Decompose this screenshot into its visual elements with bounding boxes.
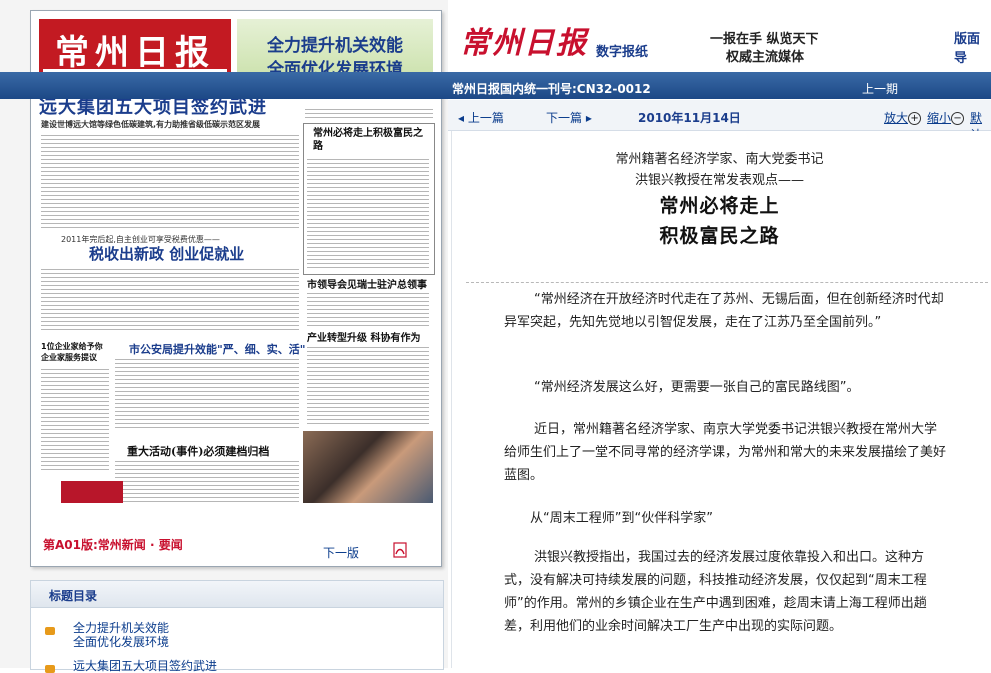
article-paragraph: “常州经济在开放经济时代走在了苏州、无锡后面，但在创新经济时代却异军突起，先知先… <box>504 292 944 330</box>
article-paragraph: 近日，常州籍著名经济学家、南京大学党委书记洪银兴教授在常州大学给师生们上了一堂不… <box>504 422 947 483</box>
zoom-in-label[interactable]: 放大 <box>884 111 908 125</box>
article-kicker-2: 洪银兴教授在常发表观点—— <box>634 173 804 188</box>
minus-circle-icon[interactable]: − <box>951 112 965 125</box>
article-text-block <box>305 107 433 121</box>
news-photo[interactable] <box>303 431 433 503</box>
issue-date: 2010年11月14日 <box>638 111 741 125</box>
masthead-name: 常州日报 <box>55 33 215 73</box>
article-text-block <box>307 345 429 425</box>
zoom-out-label[interactable]: 缩小 <box>927 111 951 125</box>
header-tagline-1: 一报在手 纵览天下 <box>710 32 819 47</box>
previous-issue-link[interactable]: 上一期 <box>862 80 898 97</box>
pdf-icon[interactable] <box>393 542 407 558</box>
toc-item[interactable]: 远大集团五大项目签约武进 <box>45 659 435 673</box>
site-header: 常州日报 数字报纸 一报在手 纵览天下 权威主流媒体 版面导 <box>448 0 991 72</box>
article-subheading: 从“周末工程师”到“伙伴科学家” <box>530 511 713 526</box>
title-directory-title: 标题目录 <box>49 589 98 603</box>
article-paragraph: 洪银兴教授指出，我国过去的经济发展过度依靠投入和出口。这种方式，没有解决可持续发… <box>504 550 927 634</box>
column-title-1[interactable]: 常州必将走上积极富民之路 <box>313 127 425 153</box>
article-title-line-2: 积极富民之路 <box>659 225 780 247</box>
zoom-out-button[interactable]: 缩小 − <box>927 109 965 126</box>
title-directory-panel: 标题目录 全力提升机关效能 全面优化发展环境 远大集团五大项目签约武进 <box>30 580 444 673</box>
article-text-block <box>41 133 299 231</box>
plus-circle-icon[interactable]: + <box>908 112 922 125</box>
zoom-in-button[interactable]: 放大 + <box>884 109 922 126</box>
header-tagline-2: 权威主流媒体 <box>726 50 805 65</box>
article-content: 常州籍著名经济学家、南大党委书记 洪银兴教授在常发表观点—— 常州必将走上 积极… <box>448 131 991 668</box>
article-paragraph: “常州经济发展这么好，更需要一张自己的富民路线图”。 <box>534 380 860 395</box>
issn-label: 常州日报国内统一刊号:CN32-0012 <box>452 82 651 96</box>
section3-title[interactable]: 重大活动(事件)必须建档归档 <box>127 443 269 459</box>
advert-logo <box>61 481 123 503</box>
article-text-block <box>307 157 429 269</box>
next-page-link[interactable]: 下一版 <box>323 544 359 561</box>
content-divider <box>451 131 452 668</box>
site-logo-subtitle: 数字报纸 <box>596 45 649 60</box>
previous-article-link[interactable]: ◂ 上一篇 <box>458 109 504 126</box>
article-nav-bar: ◂ 上一篇 下一篇 ▸ 2010年11月14日 放大+ 缩小− 默认 <box>448 100 991 142</box>
article-text-block <box>307 291 429 327</box>
article-text-block <box>115 357 299 429</box>
side-title[interactable]: 1位企业家给予你企业家服务提议 <box>41 341 109 363</box>
toc-item-line-1[interactable]: 远大集团五大项目签约武进 <box>73 659 217 673</box>
article-text-block <box>115 459 299 505</box>
page-label: 第A01版:常州新闻 · 要闻 <box>43 538 183 552</box>
site-logo[interactable]: 常州日报 <box>460 18 588 62</box>
toc-item[interactable]: 全力提升机关效能 全面优化发展环境 <box>45 621 435 651</box>
article-title-line-1: 常州必将走上 <box>659 195 780 217</box>
article-divider <box>466 282 988 283</box>
page-guide-link[interactable]: 版面导 <box>954 28 991 66</box>
title-directory-header: 标题目录 <box>31 581 443 608</box>
article-text-block <box>41 367 109 473</box>
column-title-3[interactable]: 产业转型升级 科协有作为 <box>307 329 420 344</box>
article-kicker-1: 常州籍著名经济学家、南大党委书记 <box>615 152 824 167</box>
bullet-icon <box>45 665 55 673</box>
toc-item-line-1[interactable]: 全力提升机关效能 <box>73 621 169 635</box>
section2-title[interactable]: 市公安局提升效能"严、细、实、活" <box>129 341 305 357</box>
toc-item-line-2[interactable]: 全面优化发展环境 <box>73 635 169 649</box>
column-title-2[interactable]: 市领导会见瑞士驻沪总领事 <box>307 276 427 291</box>
bullet-icon <box>45 627 55 635</box>
section1-title[interactable]: 税收出新政 创业促就业 <box>89 243 244 264</box>
slogan-line-1: 全力提升机关效能 <box>267 36 403 56</box>
article-text-block <box>41 267 299 333</box>
next-article-link[interactable]: 下一篇 ▸ <box>546 109 592 126</box>
paper-lead-subhead: 建设世博远大馆等绿色低碳建筑,有力助推省级低碳示范区发展 <box>41 120 261 129</box>
